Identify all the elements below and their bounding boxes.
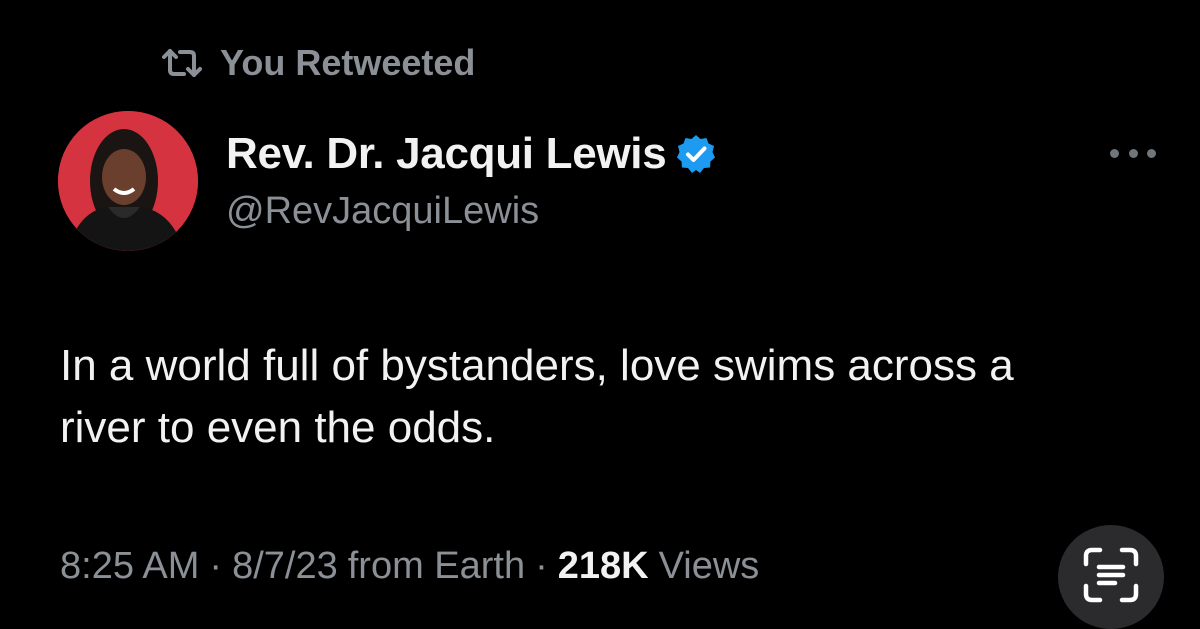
tweet-time[interactable]: 8:25 AM [60,545,199,588]
tweet-text: In a world full of bystanders, love swim… [60,341,1014,452]
verified-badge-icon[interactable] [674,132,718,176]
live-text-scan-button[interactable] [1058,525,1164,629]
more-dot [1128,148,1138,158]
retweet-icon [158,40,206,86]
tweet-source: from Earth [347,545,526,587]
more-options-icon[interactable] [1110,138,1156,168]
author-block: Rev. Dr. Jacqui Lewis @RevJacquiLewis [226,126,718,233]
live-text-scan-icon [1082,546,1140,609]
meta-separator: · [535,545,548,587]
avatar[interactable] [58,111,198,251]
views-count[interactable]: 218K [558,545,649,588]
tweet-meta: 8:25 AM · 8/7/23 from Earth · 218K Views [60,545,759,588]
more-dot [1110,148,1119,158]
tweet-view: You Retweeted Rev. Dr. Jacqui Lewis @Rev… [0,0,1200,629]
meta-separator: · [209,545,223,587]
retweet-label: You Retweeted [220,42,476,83]
views-label[interactable]: Views [659,545,760,588]
author-name-row: Rev. Dr. Jacqui Lewis [226,126,718,182]
author-name[interactable]: Rev. Dr. Jacqui Lewis [226,129,667,179]
author-handle[interactable]: @RevJacquiLewis [226,190,718,233]
tweet-date[interactable]: 8/7/23 [232,545,338,588]
more-dot [1147,148,1156,158]
retweet-banner: You Retweeted [158,40,475,86]
